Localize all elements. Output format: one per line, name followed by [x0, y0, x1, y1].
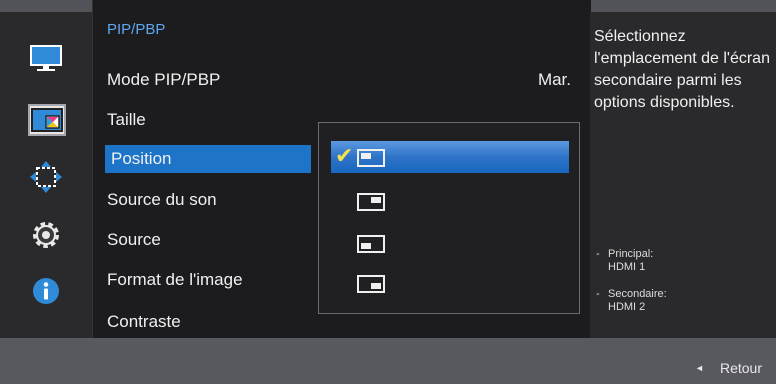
position-option-bottom-right[interactable]	[331, 267, 569, 299]
position-top-left-icon	[357, 149, 385, 167]
help-description: Sélectionnez l'emplacement de l'écran se…	[594, 28, 770, 111]
position-bottom-right-icon	[357, 275, 385, 293]
bottom-bar	[0, 338, 776, 384]
menu-item-source[interactable]: Source	[107, 230, 161, 250]
gear-icon[interactable]	[28, 218, 64, 252]
move-arrows-icon[interactable]	[28, 160, 64, 194]
position-option-bottom-left[interactable]	[331, 227, 569, 259]
menu-item-taille[interactable]: Taille	[107, 110, 146, 130]
menu-item-contraste[interactable]: Contraste	[107, 312, 181, 332]
checkmark-icon: ✔	[335, 143, 354, 168]
menu-item-position[interactable]: Position	[105, 145, 311, 173]
principal-label: Principal:	[608, 248, 654, 260]
principal-value: HDMI 1	[608, 261, 646, 273]
position-dropdown: ✔	[318, 122, 580, 314]
category-sidebar	[0, 12, 92, 338]
menu-item-source-du-son[interactable]: Source du son	[107, 190, 217, 210]
help-panel: Sélectionnez l'emplacement de l'écran se…	[590, 12, 776, 338]
back-arrow-icon: ◄	[695, 363, 704, 373]
back-label: Retour	[719, 360, 762, 376]
position-option-top-right[interactable]	[331, 185, 569, 217]
info-icon[interactable]	[28, 274, 64, 308]
osd-menu: PIP/PBP Mode PIP/PBP Mar. Taille Positio…	[0, 0, 776, 384]
secondaire-value: HDMI 2	[608, 301, 646, 313]
position-bottom-left-icon	[357, 235, 385, 253]
secondaire-label: Secondaire:	[608, 288, 667, 300]
secondaire-info: - Secondaire: HDMI 2	[596, 288, 667, 313]
position-option-top-left[interactable]: ✔	[331, 141, 569, 173]
menu-item-mode-pip-pbp[interactable]: Mode PIP/PBP	[107, 70, 220, 90]
menu-item-format-image[interactable]: Format de l'image	[107, 270, 243, 290]
position-top-right-icon	[357, 193, 385, 211]
principal-info: - Principal: HDMI 1	[596, 248, 654, 273]
back-button[interactable]: ◄ Retour	[695, 360, 762, 376]
menu-title: PIP/PBP	[107, 21, 166, 38]
monitor-icon[interactable]	[28, 42, 64, 76]
mode-pip-pbp-value: Mar.	[537, 70, 571, 89]
pip-icon[interactable]	[28, 104, 66, 136]
